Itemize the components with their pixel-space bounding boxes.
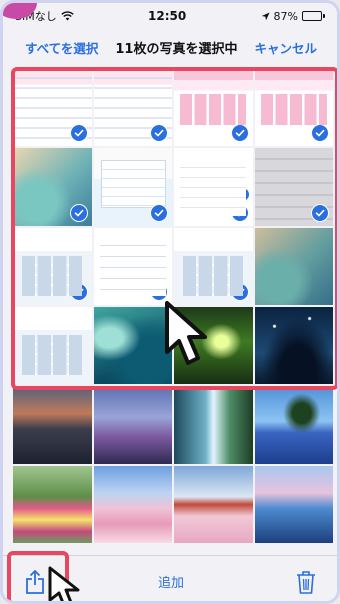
- checkmark-icon: [150, 124, 168, 143]
- checkmark-icon: [150, 283, 168, 301]
- photo-thumbnail[interactable]: [254, 307, 333, 385]
- delete-button[interactable]: [293, 568, 319, 596]
- photo-thumbnail[interactable]: [13, 227, 92, 305]
- photo-thumbnail[interactable]: [13, 307, 92, 385]
- add-to-album-button[interactable]: 追加: [158, 572, 184, 591]
- battery-percent: 87%: [273, 9, 298, 23]
- share-button[interactable]: [21, 566, 49, 598]
- share-app-icon: [182, 188, 195, 202]
- photo-thumbnail[interactable]: [93, 148, 172, 226]
- checkmark-icon: [311, 203, 329, 222]
- checkmark-icon: [150, 203, 168, 222]
- pointer-cursor-icon: [165, 301, 207, 365]
- photo-thumbnail[interactable]: [254, 465, 333, 543]
- status-right: 87%: [261, 10, 325, 23]
- status-time: 12:50: [148, 9, 187, 23]
- photo-thumbnail[interactable]: [13, 465, 92, 543]
- checkmark-icon: [230, 124, 249, 143]
- checkmark-icon: [69, 203, 88, 222]
- checkmark-icon: [69, 283, 88, 301]
- share-icon: [26, 569, 44, 594]
- location-arrow-icon: [261, 11, 270, 20]
- share-app-icon: [200, 188, 213, 202]
- share-app-icon: [218, 188, 231, 202]
- photo-thumbnail[interactable]: [174, 148, 253, 226]
- pointer-cursor-icon: [48, 566, 80, 601]
- wifi-icon: [61, 11, 74, 21]
- checkmark-icon: [69, 124, 88, 143]
- checkmark-icon: [311, 124, 329, 143]
- selection-count-title: 11枚の写真を選択中: [115, 41, 238, 57]
- status-bar: SIMなし 12:50 87%: [3, 3, 337, 29]
- photo-thumbnail[interactable]: [13, 148, 92, 226]
- photo-thumbnail[interactable]: [93, 386, 172, 464]
- photo-thumbnail[interactable]: [254, 227, 333, 305]
- photo-thumbnail[interactable]: [254, 69, 333, 147]
- photo-thumbnail[interactable]: [93, 465, 172, 543]
- nav-bar: すべてを選択 11枚の写真を選択中 キャンセル: [3, 29, 337, 65]
- cancel-button[interactable]: キャンセル: [254, 38, 317, 57]
- photo-thumbnail[interactable]: [254, 148, 333, 226]
- photo-thumbnail[interactable]: [174, 386, 253, 464]
- share-app-icon: [236, 188, 249, 202]
- photo-thumbnail[interactable]: [174, 465, 253, 543]
- photo-thumbnail[interactable]: [254, 386, 333, 464]
- trash-icon: [296, 570, 315, 594]
- select-all-button[interactable]: すべてを選択: [25, 38, 98, 57]
- photo-thumbnail[interactable]: [93, 69, 172, 147]
- photo-thumbnail[interactable]: [13, 386, 92, 464]
- photo-thumbnail[interactable]: [13, 69, 92, 147]
- checkmark-icon: [230, 283, 249, 301]
- photo-thumbnail[interactable]: [93, 227, 172, 305]
- battery-icon: [302, 11, 325, 21]
- photo-thumbnail[interactable]: [93, 307, 172, 385]
- photo-thumbnail[interactable]: [174, 69, 253, 147]
- photo-thumbnail[interactable]: [174, 227, 253, 305]
- checkmark-icon: [230, 203, 249, 222]
- phone-frame: SIMなし 12:50 87% すべてを選択 11枚の写真を選択中 キャンセル: [0, 0, 340, 604]
